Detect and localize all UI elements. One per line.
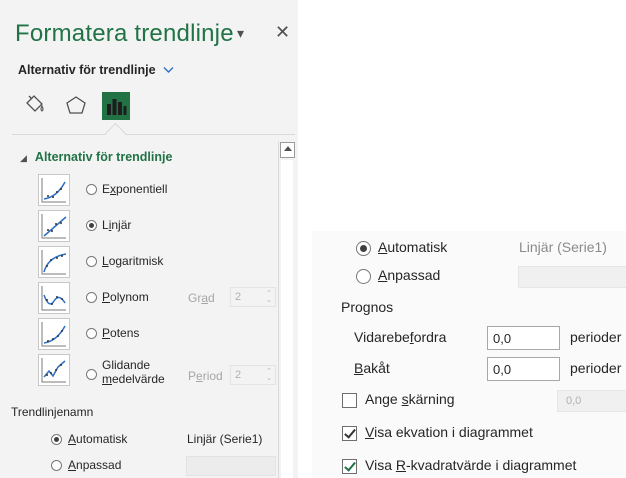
forward-value: 0,0 <box>493 331 512 346</box>
forward-input[interactable]: 0,0 <box>487 326 560 350</box>
forward-label: Vidarebefordra <box>354 329 447 345</box>
forecast-heading: Prognos <box>341 299 394 315</box>
backward-value: 0,0 <box>493 362 512 377</box>
options-dropdown[interactable]: Alternativ för trendlinje <box>18 63 174 77</box>
radio-logarithmic[interactable] <box>86 256 97 267</box>
scroll-track[interactable] <box>281 160 293 478</box>
degree-spinner[interactable]: 2 ⌃ ⌄ <box>230 287 276 307</box>
polynomial-trend-icon <box>38 282 70 314</box>
zoom-radio-custom[interactable] <box>356 269 371 284</box>
radio-power[interactable] <box>86 328 97 339</box>
spinner-arrows-icon: ⌃ ⌄ <box>266 290 272 304</box>
show-r2-checkbox[interactable] <box>342 459 357 474</box>
custom-name-input[interactable] <box>186 456 276 476</box>
option-row-polynomial: Polynom Grad 2 ⌃ ⌄ <box>38 282 278 314</box>
label-degree: Grad <box>188 291 215 305</box>
label-name-custom: Anpassad <box>68 458 122 472</box>
radio-name-automatic[interactable] <box>51 434 62 445</box>
caret-down-icon[interactable]: ▾ <box>237 25 244 42</box>
label-period: Period <box>188 369 223 383</box>
tab-effects[interactable] <box>62 92 90 120</box>
chevron-down-icon <box>160 63 174 77</box>
forward-unit: perioder <box>570 329 622 345</box>
bar-chart-icon <box>107 99 127 115</box>
power-trend-icon <box>38 318 70 350</box>
zoom-automatic-value: Linjär (Serie1) <box>519 239 607 255</box>
tab-trendline-options[interactable] <box>102 92 130 120</box>
close-icon[interactable]: ✕ <box>275 22 290 43</box>
scroll-up-button[interactable] <box>280 142 295 158</box>
section-title: Alternativ för trendlinje <box>34 150 173 164</box>
tab-separator <box>12 134 295 135</box>
label-power: Potens <box>102 326 140 340</box>
radio-moving-average[interactable] <box>86 369 97 380</box>
option-row-linear: Linjär <box>38 210 278 242</box>
options-scroll-area: ◢ Alternativ för trendlinje Exponentiell <box>0 142 298 478</box>
zoomed-options-panel: Automatisk Linjär (Serie1) Anpassad Prog… <box>312 231 626 478</box>
pentagon-icon <box>66 96 86 114</box>
options-dropdown-label: Alternativ för trendlinje <box>18 63 156 77</box>
trendline-name-heading: Trendlinjenamn <box>11 405 94 419</box>
label-name-automatic: Automatisk <box>68 432 128 446</box>
radio-exponential[interactable] <box>86 184 97 195</box>
label-linear: Linjär <box>102 218 132 232</box>
show-equation-checkbox[interactable] <box>342 426 357 441</box>
zoom-label-automatic: Automatisk <box>378 239 448 255</box>
moving-average-trend-icon <box>38 354 70 386</box>
paint-bucket-icon <box>26 95 44 112</box>
option-row-logarithmic: Logaritmisk <box>38 246 278 278</box>
intercept-checkbox[interactable] <box>342 393 357 408</box>
zoom-radio-automatic[interactable] <box>356 241 371 256</box>
collapse-triangle-icon: ◢ <box>20 153 27 163</box>
backward-input[interactable]: 0,0 <box>487 357 560 381</box>
vertical-scrollbar[interactable] <box>278 142 295 478</box>
spinner-arrows-icon: ⌃ ⌄ <box>266 368 272 382</box>
backward-label: Bakåt <box>354 360 390 376</box>
format-trendline-pane: Formatera trendlinje ▾ ✕ Alternativ för … <box>0 0 298 478</box>
intercept-input[interactable]: 0,0 <box>557 390 626 412</box>
section-header[interactable]: ◢ Alternativ för trendlinje <box>20 150 172 164</box>
scroll-up-arrow-icon <box>284 146 292 151</box>
period-value: 2 <box>235 369 242 381</box>
show-equation-label: Visa ekvation i diagrammet <box>365 424 533 440</box>
label-moving-average: Glidande medelvärde <box>102 358 165 386</box>
degree-value: 2 <box>235 291 242 303</box>
zoom-label-custom: Anpassad <box>378 267 441 283</box>
logarithmic-trend-icon <box>38 246 70 278</box>
radio-linear[interactable] <box>86 220 97 231</box>
label-exponential: Exponentiell <box>102 182 168 196</box>
radio-polynomial[interactable] <box>86 292 97 303</box>
exponential-trend-icon <box>38 174 70 206</box>
pane-title: Formatera trendlinje <box>15 20 234 47</box>
option-row-moving-average: Glidande medelvärde Period 2 ⌃ ⌄ <box>38 354 278 394</box>
intercept-label: Ange skärning <box>365 391 455 407</box>
intercept-value: 0,0 <box>566 395 582 407</box>
option-row-power: Potens <box>38 318 278 350</box>
label-logarithmic: Logaritmisk <box>102 254 164 268</box>
show-r2-label: Visa R-kvadratvärde i diagrammet <box>365 457 577 473</box>
option-row-exponential: Exponentiell <box>38 174 278 206</box>
radio-name-custom[interactable] <box>51 460 62 471</box>
active-tab-notch <box>104 122 127 145</box>
zoom-custom-name-input[interactable] <box>518 266 626 288</box>
backward-unit: perioder <box>570 360 622 376</box>
linear-trend-icon <box>38 210 70 242</box>
label-polynomial: Polynom <box>102 290 149 304</box>
period-spinner[interactable]: 2 ⌃ ⌄ <box>230 365 276 385</box>
tab-fill-line[interactable] <box>20 92 48 120</box>
automatic-name-value: Linjär (Serie1) <box>187 432 263 446</box>
